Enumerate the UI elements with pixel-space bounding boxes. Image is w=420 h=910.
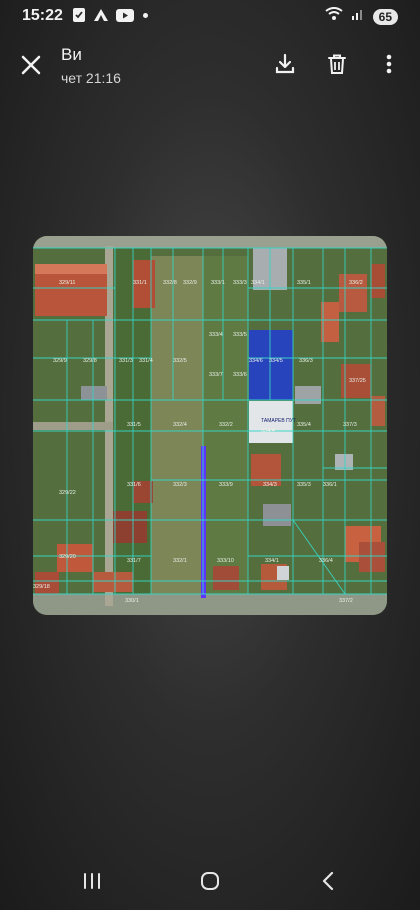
parcel-label: 332/5 xyxy=(173,358,187,364)
close-button[interactable] xyxy=(18,52,44,78)
back-icon xyxy=(322,871,334,891)
close-icon xyxy=(21,55,41,75)
parcel-label: 337/25 xyxy=(349,378,366,384)
parcel-label: 332/1 xyxy=(173,558,187,564)
gallery-check-icon xyxy=(72,7,86,23)
download-icon xyxy=(275,53,295,74)
more-options-button[interactable] xyxy=(376,51,402,77)
parcel-label: 332/2 xyxy=(219,422,233,428)
parcel-label: 334/6 xyxy=(249,358,263,364)
home-icon xyxy=(201,872,219,890)
parcel-label: 333/7 xyxy=(209,372,223,378)
parcel-label: 332/3 xyxy=(173,482,187,488)
download-button[interactable] xyxy=(272,51,298,77)
parcel-label: 329/11 xyxy=(59,280,75,286)
parcel-label: 333/3 xyxy=(233,280,247,286)
parcel-label: 331/6 xyxy=(127,482,141,488)
parcel-label: 333/1 xyxy=(211,280,225,286)
signal-icon xyxy=(351,7,365,26)
parcel-label: 336/4 xyxy=(319,558,333,564)
parcel-label: 331/3 xyxy=(119,358,133,364)
parcel-label: 334/4 xyxy=(261,428,275,434)
recent-apps-button[interactable] xyxy=(77,866,107,896)
parcel-label: 333/5 xyxy=(233,332,247,338)
parcel-label: 331/5 xyxy=(127,422,141,428)
wifi-icon xyxy=(325,7,343,26)
status-bar: 15:22 65 xyxy=(0,0,420,34)
parcel-label: 334/1 xyxy=(265,558,279,564)
parcel-label: 335/1 xyxy=(297,280,311,286)
system-nav-bar xyxy=(0,852,420,910)
viewer-app-bar: Ви чет 21:16 xyxy=(0,34,420,94)
status-notification-icons xyxy=(72,7,148,23)
notification-dot-icon xyxy=(143,12,148,18)
app-logo-icon xyxy=(93,8,109,22)
recent-apps-icon xyxy=(84,873,100,889)
parcel-label: 329/18 xyxy=(33,584,50,590)
parcel-label: 336/2 xyxy=(349,280,363,286)
cadastral-map-image: 329/11 331/1 332/8 332/9 333/1 333/3 334… xyxy=(33,236,387,615)
parcel-label: 336/1 xyxy=(323,482,337,488)
parcel-label: 331/4 xyxy=(139,358,153,364)
youtube-icon xyxy=(116,8,134,22)
street-label: ТАМАРЕВ ПУТ xyxy=(261,418,296,424)
more-vert-icon xyxy=(386,54,392,74)
delete-icon xyxy=(328,54,346,74)
parcel-label: 333/9 xyxy=(219,482,233,488)
parcel-label: 329/22 xyxy=(59,490,76,496)
parcel-label: 335/4 xyxy=(297,422,311,428)
parcel-label: 332/9 xyxy=(183,280,197,286)
parcel-label: 330/1 xyxy=(125,598,139,604)
parcel-label: 337/3 xyxy=(343,422,357,428)
home-button[interactable] xyxy=(195,866,225,896)
parcel-label: 337/2 xyxy=(339,598,353,604)
parcel-label: 331/7 xyxy=(127,558,141,564)
status-time: 15:22 xyxy=(22,7,63,24)
parcel-label: 336/3 xyxy=(299,358,313,364)
parcel-label: 329/8 xyxy=(83,358,97,364)
parcel-label: 332/8 xyxy=(163,280,177,286)
parcel-label: 333/4 xyxy=(209,332,223,338)
parcel-label: 334/5 xyxy=(269,358,283,364)
parcel-label: 332/4 xyxy=(173,422,187,428)
status-system-icons: 65 xyxy=(325,7,398,26)
parcel-label: 331/1 xyxy=(133,280,147,286)
parcel-label: 335/3 xyxy=(297,482,311,488)
parcel-label: 329/9 xyxy=(53,358,67,364)
parcel-label: 334/3 xyxy=(263,482,277,488)
page-title: Ви xyxy=(61,45,82,64)
back-button[interactable] xyxy=(313,866,343,896)
photo-image[interactable]: 329/11 331/1 332/8 332/9 333/1 333/3 334… xyxy=(33,236,387,615)
photo-timestamp: чет 21:16 xyxy=(61,70,121,86)
parcel-label: 333/6 xyxy=(233,372,247,378)
delete-button[interactable] xyxy=(324,51,350,77)
battery-level: 65 xyxy=(372,8,398,25)
parcel-label: 333/10 xyxy=(217,558,234,564)
parcel-label: 329/20 xyxy=(59,554,76,560)
parcel-label: 334/1 xyxy=(251,280,265,286)
